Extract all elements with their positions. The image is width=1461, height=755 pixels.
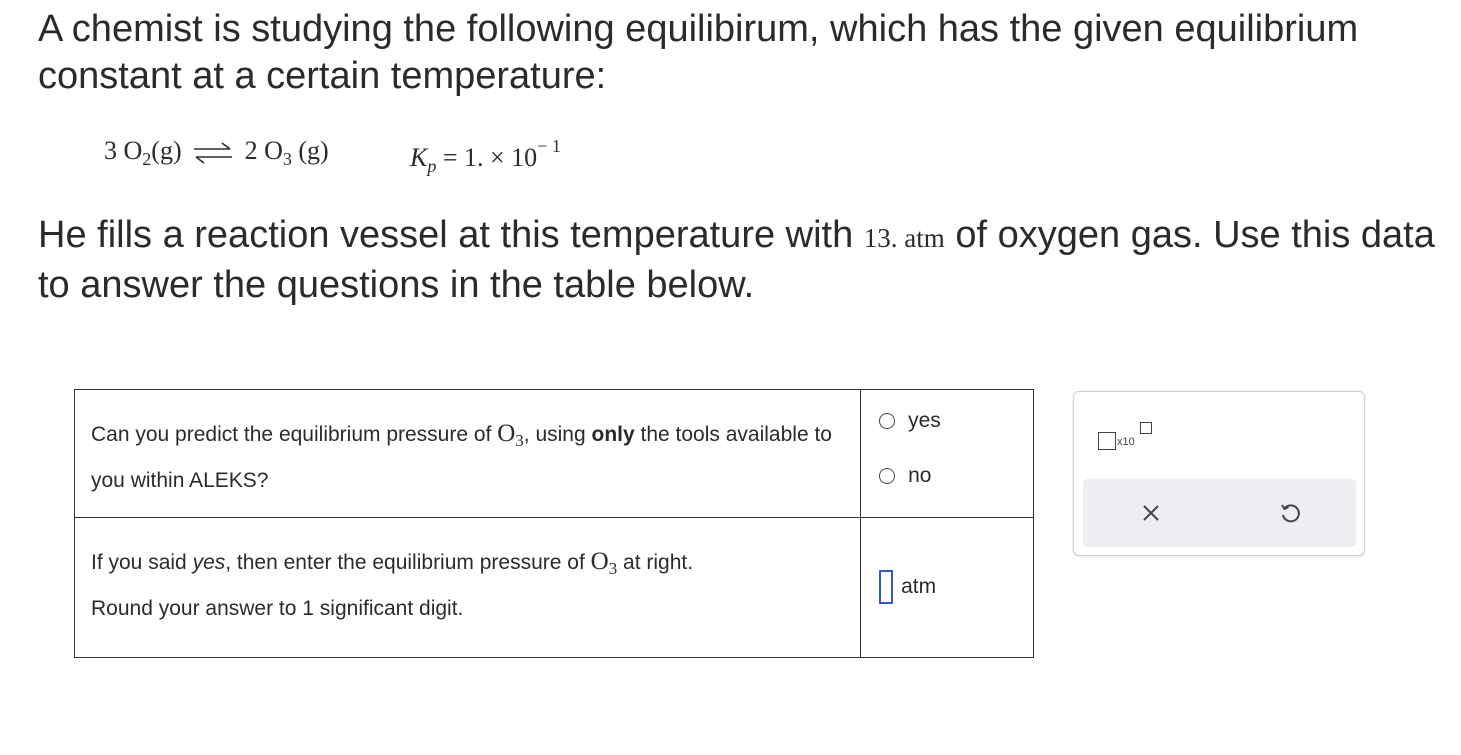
question-row-predict: Can you predict the equilibrium pressure… <box>73 389 1034 518</box>
k-value: = 1. × 10 <box>442 143 538 172</box>
reactant-species: O <box>123 136 143 165</box>
ozone-subscript: 3 <box>515 431 524 450</box>
q2-rounding-instruction: Round your answer to 1 significant digit… <box>91 597 464 620</box>
q2-text-1: If you said <box>91 551 193 574</box>
yes-radio-button[interactable] <box>879 413 896 429</box>
k-exponent: − 1 <box>537 136 561 156</box>
pressure-answer-cell: atm <box>860 517 1034 658</box>
product-coefficient: 2 <box>244 136 258 165</box>
mantissa-box-icon <box>1098 432 1116 450</box>
reactant-coefficient: 3 <box>104 136 117 165</box>
exponent-box-icon <box>1140 422 1152 434</box>
option-no[interactable]: no <box>879 462 1033 490</box>
ozone-formula-2: O3 <box>590 548 618 578</box>
initial-pressure-value: 13. atm <box>863 223 945 253</box>
x10-label: x10 <box>1117 436 1135 448</box>
equilibrium-constant: Kp = 1. × 10− 1 <box>410 136 561 177</box>
no-radio-button[interactable] <box>879 468 896 484</box>
q1-bold-only: only <box>591 423 635 446</box>
product-species: O <box>264 136 283 165</box>
equilibrium-arrow-icon <box>194 142 233 164</box>
predict-options-cell: yes no <box>860 389 1034 518</box>
q2-text-2: , then enter the equilibrium pressure of <box>225 551 591 574</box>
q1-text-1: Can you predict the equilibrium pressure… <box>91 423 498 446</box>
clear-x-icon[interactable] <box>1139 501 1163 525</box>
yes-label: yes <box>908 409 941 432</box>
ozone-base-2: O <box>590 548 609 575</box>
unit-label: atm <box>901 575 937 598</box>
option-yes[interactable]: yes <box>879 407 1033 435</box>
undo-icon[interactable] <box>1277 500 1303 526</box>
k-symbol: K <box>410 143 428 172</box>
paragraph-text-start: He fills a reaction vessel at this tempe… <box>38 214 864 256</box>
answer-toolbox: x10 <box>1073 391 1365 556</box>
ozone-base: O <box>497 420 516 447</box>
ozone-formula: O3 <box>497 420 524 450</box>
no-label: no <box>908 464 932 487</box>
product-subscript: 3 <box>282 149 292 169</box>
question-pressure-text: If you said yes, then enter the equilibr… <box>73 517 862 658</box>
ozone-subscript-2: 3 <box>608 559 618 578</box>
product-state: (g) <box>298 136 329 165</box>
k-subscript: p <box>427 156 437 176</box>
answer-input-group: atm <box>879 570 1033 604</box>
problem-data-paragraph: He fills a reaction vessel at this tempe… <box>38 212 1448 309</box>
reactant-state: (g) <box>151 136 182 165</box>
q1-text-2: , using <box>523 423 592 446</box>
equilibrium-equation: 3 O2(g) 2 O3 (g) Kp = 1. × 10− 1 <box>104 136 561 176</box>
toolbox-action-bar <box>1083 479 1356 547</box>
question-table: Can you predict the equilibrium pressure… <box>73 389 1034 658</box>
q2-italic-yes: yes <box>192 551 226 574</box>
scientific-notation-button[interactable]: x10 <box>1098 422 1158 458</box>
pressure-answer-input[interactable] <box>879 570 894 604</box>
q2-text-3: at right. <box>617 551 694 574</box>
problem-intro: A chemist is studying the following equi… <box>38 8 1359 97</box>
question-predict-text: Can you predict the equilibrium pressure… <box>73 389 862 518</box>
reactant-subscript: 2 <box>142 149 152 169</box>
question-row-pressure: If you said yes, then enter the equilibr… <box>73 517 1034 658</box>
